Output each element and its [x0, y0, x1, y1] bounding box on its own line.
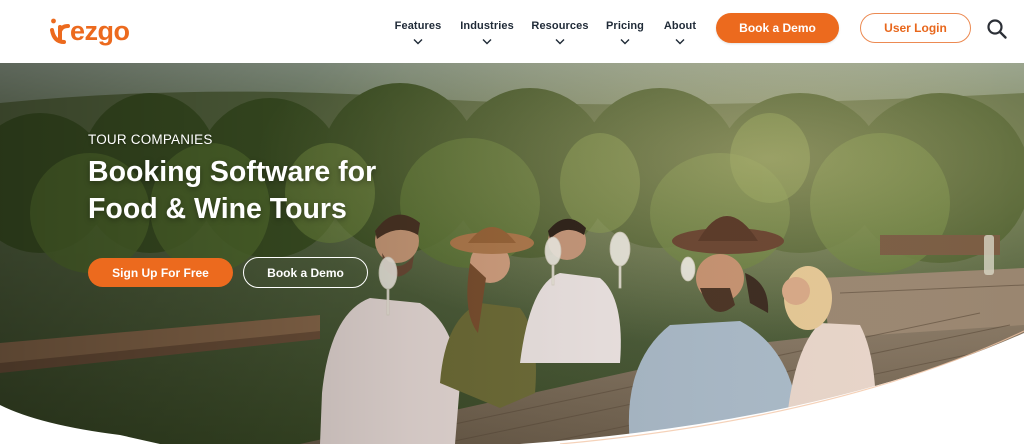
nav-item-features[interactable]: Features	[395, 20, 441, 54]
nav-item-label: Industries	[460, 20, 514, 32]
chevron-down-icon	[620, 39, 630, 45]
nav-item-label: Pricing	[606, 20, 644, 32]
hero-book-demo-button[interactable]: Book a Demo	[243, 257, 368, 288]
nav-item-about[interactable]: About	[663, 20, 697, 54]
site-header: ezgo Features Industries Resources Prici…	[0, 0, 1024, 63]
hero-title: Booking Software for Food & Wine Tours	[88, 156, 377, 225]
nav-item-resources[interactable]: Resources	[531, 20, 589, 54]
search-icon[interactable]	[986, 18, 1008, 40]
book-demo-button[interactable]: Book a Demo	[716, 13, 839, 43]
hero-copy: TOUR COMPANIES Booking Software for Food…	[88, 132, 428, 228]
hero-image	[0, 63, 1024, 444]
hero-eyebrow: TOUR COMPANIES	[88, 132, 213, 147]
nav-item-label: Resources	[531, 20, 589, 32]
logo-wordmark: ezgo	[70, 16, 130, 46]
user-login-button[interactable]: User Login	[860, 13, 971, 43]
rezgo-logo[interactable]: ezgo	[50, 12, 162, 48]
nav-item-label: About	[663, 20, 697, 32]
nav-item-pricing[interactable]: Pricing	[606, 20, 644, 54]
chevron-down-icon	[413, 39, 423, 45]
sign-up-button[interactable]: Sign Up For Free	[88, 258, 233, 287]
chevron-down-icon	[675, 39, 685, 45]
hero-section: TOUR COMPANIES Booking Software for Food…	[0, 63, 1024, 444]
chevron-down-icon	[482, 39, 492, 45]
nav-item-label: Features	[394, 20, 442, 32]
chevron-down-icon	[555, 39, 565, 45]
nav-item-industries[interactable]: Industries	[460, 20, 514, 54]
